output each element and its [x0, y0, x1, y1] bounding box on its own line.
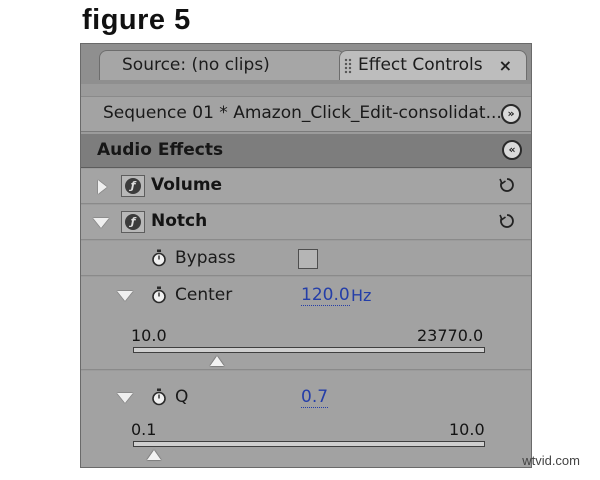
center-slider-thumb[interactable] — [210, 356, 225, 366]
sequence-row: Sequence 01 * Amazon_Click_Edit-consolid… — [81, 96, 531, 132]
q-max-label: 10.0 — [449, 420, 485, 439]
stopwatch-icon[interactable] — [151, 249, 167, 267]
center-min-label: 10.0 — [131, 326, 167, 345]
fx-icon: ƒ — [125, 178, 141, 194]
stopwatch-icon[interactable] — [151, 388, 167, 406]
param-row-q: Q 0.7 0.1 10.0 — [81, 371, 531, 467]
fx-toggle-button[interactable]: ƒ — [121, 175, 145, 197]
audio-effects-header: Audio Effects « — [81, 134, 531, 168]
collapse-triangle-icon[interactable] — [117, 393, 133, 403]
tab-effect-controls[interactable]: Effect Controls × — [339, 50, 527, 80]
fx-icon: ƒ — [125, 214, 141, 230]
figure-caption: figure 5 — [82, 4, 191, 36]
expand-triangle-icon[interactable] — [98, 180, 107, 194]
effect-name-volume: Volume — [151, 175, 223, 195]
param-label-center: Center — [175, 285, 233, 305]
param-label-q: Q — [175, 387, 189, 407]
close-icon[interactable]: × — [499, 51, 512, 80]
collapse-triangle-icon[interactable] — [93, 218, 109, 228]
tab-source[interactable]: Source: (no clips) — [99, 50, 345, 80]
show-timeline-icon[interactable]: » — [501, 104, 521, 124]
q-value[interactable]: 0.7 — [301, 387, 329, 408]
reset-icon[interactable] — [497, 211, 517, 231]
tab-effect-controls-label: Effect Controls — [358, 55, 483, 75]
collapse-icon[interactable]: « — [502, 140, 522, 160]
param-row-bypass: Bypass — [81, 241, 531, 276]
fx-toggle-button[interactable]: ƒ — [121, 211, 145, 233]
center-unit: Hz — [351, 286, 372, 305]
drag-grip-icon[interactable] — [344, 58, 352, 74]
effect-controls-panel: Source: (no clips) Effect Controls × Seq… — [80, 43, 532, 468]
tab-bar: Source: (no clips) Effect Controls × — [81, 44, 531, 84]
stopwatch-icon[interactable] — [151, 286, 167, 304]
collapse-triangle-icon[interactable] — [117, 291, 133, 301]
effect-row-volume[interactable]: ƒ Volume — [81, 169, 531, 204]
center-slider-track[interactable] — [133, 347, 485, 353]
q-slider-track[interactable] — [133, 441, 485, 447]
param-row-center: Center 120.0 Hz 10.0 23770.0 — [81, 277, 531, 370]
section-title: Audio Effects — [97, 140, 224, 160]
center-max-label: 23770.0 — [417, 326, 484, 345]
watermark: wtvid.com — [522, 453, 580, 468]
effect-row-notch[interactable]: ƒ Notch — [81, 205, 531, 240]
tab-source-label: Source: (no clips) — [122, 55, 270, 75]
q-slider-thumb[interactable] — [147, 450, 162, 460]
param-label-bypass: Bypass — [175, 248, 236, 268]
bypass-checkbox[interactable] — [298, 249, 318, 269]
center-value[interactable]: 120.0 — [301, 285, 350, 306]
reset-icon[interactable] — [497, 175, 517, 195]
effect-name-notch: Notch — [151, 211, 208, 231]
sequence-title: Sequence 01 * Amazon_Click_Edit-consolid… — [103, 103, 502, 123]
q-min-label: 0.1 — [131, 420, 157, 439]
